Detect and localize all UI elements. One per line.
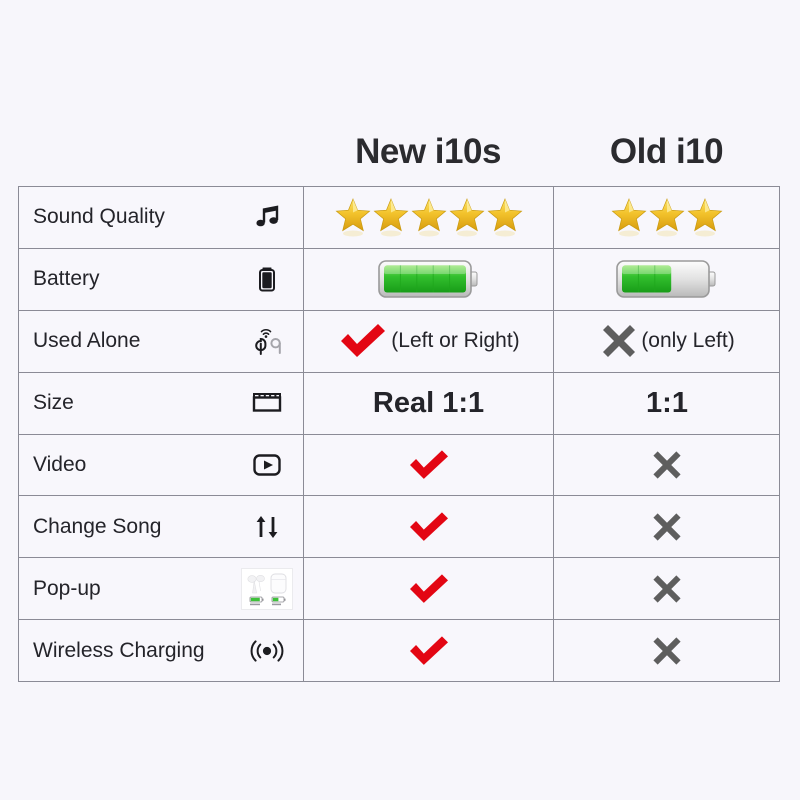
new-product-value-cell: Real 1:1 xyxy=(304,372,554,434)
star-icon xyxy=(486,195,524,239)
old-product-value-cell: (only Left) xyxy=(554,311,780,372)
star-icon xyxy=(410,195,448,239)
table-header: New i10s Old i10 xyxy=(18,118,780,186)
ruler-icon xyxy=(245,381,289,425)
row-label-text: Change Song xyxy=(33,514,162,538)
star-icon xyxy=(610,195,648,239)
old-value-note: (only Left) xyxy=(641,329,735,353)
new-product-value-cell: (Left or Right) xyxy=(304,310,554,372)
star-icon xyxy=(372,195,410,239)
battery-level-old xyxy=(613,258,721,300)
star-icon xyxy=(648,195,686,239)
earbuds-case-popup-icon xyxy=(241,567,293,611)
cross-icon xyxy=(650,448,684,482)
new-size-value: Real 1:1 xyxy=(372,386,485,419)
row-label-text: Video xyxy=(33,452,87,476)
row-label-text: Sound Quality xyxy=(33,205,165,229)
row-label-cell: Change Song xyxy=(19,496,304,558)
row-label-text: Pop-up xyxy=(33,576,101,600)
cross-icon xyxy=(650,510,684,544)
row-label-cell: Video xyxy=(19,434,304,496)
header-old-product: Old i10 xyxy=(609,132,724,171)
star-rating-new xyxy=(334,195,524,239)
row-label-text: Size xyxy=(33,391,74,415)
table-row: Size Real 1:1 1:1 xyxy=(19,372,780,435)
check-icon xyxy=(406,446,452,484)
row-label-cell: Wireless Charging xyxy=(19,620,304,681)
header-new-product: New i10s xyxy=(355,132,501,171)
table-row: Battery xyxy=(19,248,780,311)
old-product-value-cell xyxy=(554,558,780,619)
old-product-value-cell xyxy=(554,620,780,681)
star-icon xyxy=(334,195,372,239)
comparison-table: Sound Quality Battery Used Alone (Left o… xyxy=(18,186,780,682)
row-label-cell: Battery xyxy=(19,248,304,310)
star-rating-old xyxy=(610,195,724,239)
old-product-value-cell xyxy=(554,435,780,496)
table-row: Video xyxy=(19,434,780,497)
comparison-infographic: New i10s Old i10 Sound Quality Battery U… xyxy=(0,0,800,800)
new-product-value-cell xyxy=(304,496,554,558)
row-label-cell: Used Alone xyxy=(19,310,304,372)
check-icon xyxy=(406,508,452,546)
table-row: Used Alone (Left or Right) (only Left) xyxy=(19,310,780,373)
star-icon xyxy=(448,195,486,239)
cross-icon xyxy=(650,634,684,668)
battery-icon xyxy=(245,257,289,301)
row-label-text: Wireless Charging xyxy=(33,638,205,662)
row-label-cell: Size xyxy=(19,372,304,434)
up-down-arrows-icon xyxy=(245,505,289,549)
row-label-cell: Pop-up xyxy=(19,558,304,620)
new-product-value-cell xyxy=(304,434,554,496)
table-row: Wireless Charging xyxy=(19,620,779,681)
table-row: Pop-up xyxy=(19,558,780,621)
row-label-text: Battery xyxy=(33,267,100,291)
old-product-value-cell xyxy=(554,187,780,248)
new-product-value-cell xyxy=(304,248,554,310)
earbuds-wireless-icon xyxy=(245,319,289,363)
old-product-value-cell xyxy=(554,249,780,310)
check-icon xyxy=(406,632,452,670)
new-value-note: (Left or Right) xyxy=(391,329,520,353)
old-product-value-cell: 1:1 xyxy=(554,373,780,434)
old-size-value: 1:1 xyxy=(646,386,688,419)
row-label-cell: Sound Quality xyxy=(19,187,304,248)
row-label-text: Used Alone xyxy=(33,329,141,353)
star-icon xyxy=(686,195,724,239)
new-product-value-cell xyxy=(304,620,554,681)
check-icon xyxy=(406,570,452,608)
old-product-value-cell xyxy=(554,496,780,557)
play-button-icon xyxy=(245,443,289,487)
check-icon xyxy=(337,319,389,363)
cross-icon xyxy=(599,321,639,361)
new-product-value-cell xyxy=(304,558,554,620)
music-note-icon xyxy=(245,195,289,239)
cross-with-note-old: (only Left) xyxy=(599,321,735,361)
wireless-signal-icon xyxy=(245,629,289,673)
battery-level-new xyxy=(375,258,483,300)
new-product-value-cell xyxy=(304,187,554,248)
cross-icon xyxy=(650,572,684,606)
table-row: Change Song xyxy=(19,496,780,559)
check-with-note-new: (Left or Right) xyxy=(337,319,520,363)
table-row: Sound Quality xyxy=(19,187,779,249)
